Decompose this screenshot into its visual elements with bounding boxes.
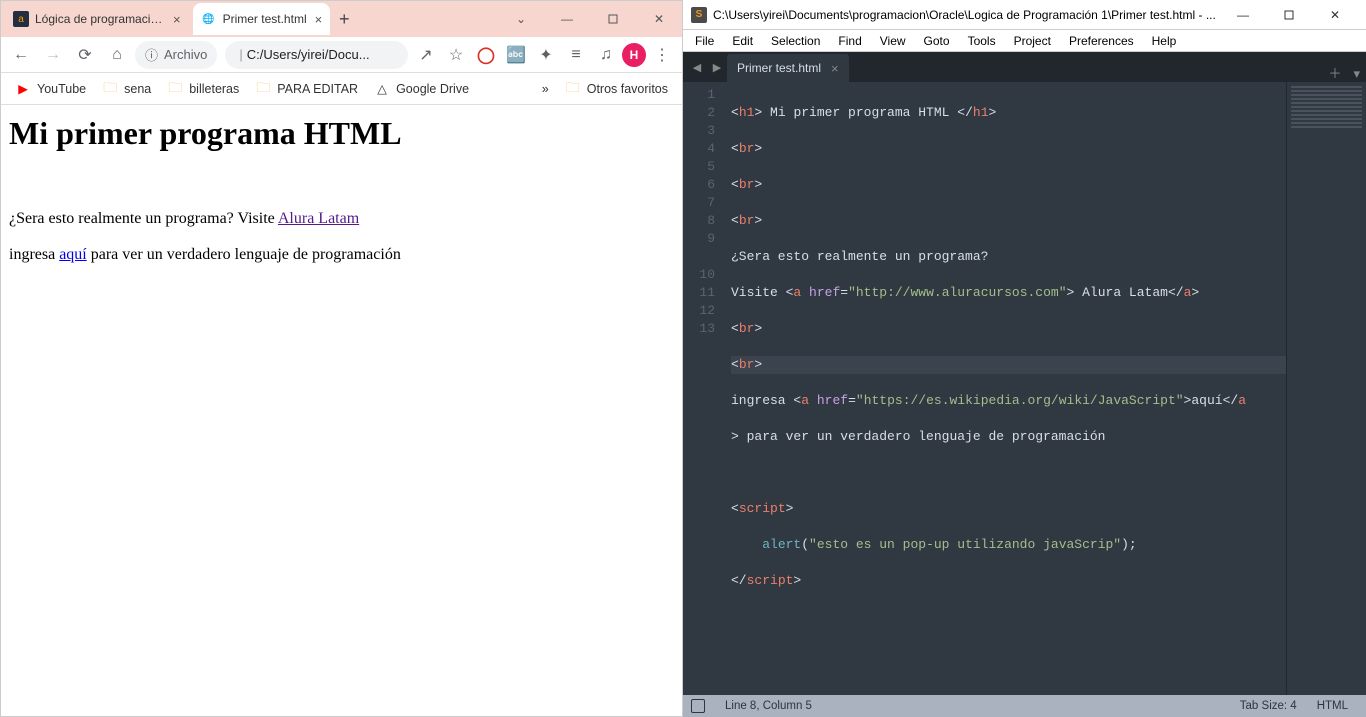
bookmark-google-drive[interactable]: △ Google Drive [368, 77, 475, 101]
url-text: C:/Users/yirei/Docu... [247, 47, 370, 62]
bookmark-label: Otros favoritos [587, 82, 668, 96]
line-gutter: 1 2 3 4 5 6 7 8 9 10 11 12 13 [683, 82, 723, 695]
bookmark-label: billeteras [189, 82, 239, 96]
extension-red-icon[interactable]: ◯ [472, 41, 500, 69]
menu-selection[interactable]: Selection [763, 32, 828, 50]
share-icon[interactable]: ↗ [412, 41, 440, 69]
folder-icon: 🗀 [167, 81, 183, 97]
sublime-titlebar: S C:\Users\yirei\Documents\programacion\… [683, 0, 1366, 30]
bookmark-youtube[interactable]: ▶ YouTube [9, 77, 92, 101]
reading-list-icon[interactable]: ≡ [562, 41, 590, 69]
tab-label: Lógica de programación p [35, 12, 165, 26]
info-icon: ⓘ [145, 45, 158, 64]
sublime-statusbar: Line 8, Column 5 Tab Size: 4 HTML [683, 695, 1366, 717]
page-heading: Mi primer programa HTML [9, 115, 674, 152]
home-button[interactable]: ⌂ [103, 41, 131, 69]
tab-close-icon[interactable]: × [173, 12, 181, 27]
close-button[interactable]: ✕ [1312, 0, 1358, 29]
reload-button[interactable]: ⟳ [71, 41, 99, 69]
folder-icon: 🗀 [102, 81, 118, 97]
url-separator: | [239, 47, 242, 62]
site-info-button[interactable]: ⓘ Archivo [135, 41, 217, 69]
tab-close-icon[interactable]: × [315, 12, 323, 27]
sublime-menubar: File Edit Selection Find View Goto Tools… [683, 30, 1366, 52]
chevron-down-icon[interactable]: ⌄ [498, 1, 544, 37]
bookmark-sena[interactable]: 🗀 sena [96, 77, 157, 101]
chrome-window: a Lógica de programación p × 🌐 Primer te… [0, 0, 683, 717]
status-syntax[interactable]: HTML [1307, 700, 1358, 712]
window-controls: — ✕ [544, 1, 682, 37]
minimap[interactable] [1286, 82, 1366, 695]
back-button[interactable]: ← [7, 41, 35, 69]
sublime-app-icon: S [691, 7, 707, 23]
close-button[interactable]: ✕ [636, 1, 682, 37]
drive-icon: △ [374, 81, 390, 97]
minimize-button[interactable]: — [1220, 0, 1266, 29]
address-bar[interactable]: | C:/Users/yirei/Docu... [225, 41, 408, 69]
code-area[interactable]: <h1> Mi primer programa HTML </h1> <br> … [723, 82, 1286, 695]
menu-project[interactable]: Project [1006, 32, 1059, 50]
minimize-button[interactable]: — [544, 1, 590, 37]
media-icon[interactable]: ♫ [592, 41, 620, 69]
profile-avatar[interactable]: H [622, 43, 646, 67]
window-controls: — ✕ [1220, 0, 1358, 29]
bookmark-label: PARA EDITAR [277, 82, 358, 96]
status-cursor[interactable]: Line 8, Column 5 [715, 700, 822, 712]
editor-tab-active[interactable]: Primer test.html × [727, 54, 849, 82]
sublime-window-title: C:\Users\yirei\Documents\programacion\Or… [713, 8, 1220, 22]
page-paragraph-2: ingresa aquí para ver un verdadero lengu… [9, 246, 674, 264]
menu-preferences[interactable]: Preferences [1061, 32, 1142, 50]
bookmarks-overflow[interactable]: » [536, 78, 555, 100]
tab-favicon: a [13, 11, 29, 27]
bookmark-star-icon[interactable]: ☆ [442, 41, 470, 69]
tab-dropdown-icon[interactable]: ▾ [1347, 66, 1366, 82]
browser-toolbar: ← → ⟳ ⌂ ⓘ Archivo | C:/Users/yirei/Docu.… [1, 37, 682, 73]
globe-icon: 🌐 [201, 11, 217, 27]
new-tab-plus-icon[interactable]: ＋ [1322, 63, 1347, 82]
sublime-window: S C:\Users\yirei\Documents\programacion\… [683, 0, 1366, 717]
sublime-tabstrip: ◀ ▶ Primer test.html × ＋ ▾ [683, 52, 1366, 82]
link-aqui[interactable]: aquí [59, 246, 87, 263]
menu-help[interactable]: Help [1144, 32, 1185, 50]
forward-button[interactable]: → [39, 41, 67, 69]
folder-icon: 🗀 [255, 81, 271, 97]
browser-tabstrip: a Lógica de programación p × 🌐 Primer te… [1, 1, 682, 37]
browser-tab-1[interactable]: 🌐 Primer test.html × [193, 3, 331, 35]
youtube-icon: ▶ [15, 81, 31, 97]
new-tab-button[interactable]: + [330, 5, 358, 33]
browser-tab-0[interactable]: a Lógica de programación p × [5, 3, 189, 35]
tab-close-icon[interactable]: × [831, 61, 839, 76]
editor-body: 1 2 3 4 5 6 7 8 9 10 11 12 13 <h1> Mi pr… [683, 82, 1366, 695]
page-paragraph-1: ¿Sera esto realmente un programa? Visite… [9, 210, 674, 228]
bookmark-label: YouTube [37, 82, 86, 96]
menu-file[interactable]: File [687, 32, 722, 50]
active-line: <br> [731, 356, 1286, 374]
editor-tab-label: Primer test.html [737, 61, 821, 75]
tab-history-forward-icon[interactable]: ▶ [707, 52, 727, 82]
kebab-menu-icon[interactable]: ⋮ [648, 41, 676, 69]
other-bookmarks[interactable]: 🗀 Otros favoritos [559, 77, 674, 101]
link-alura[interactable]: Alura Latam [278, 210, 359, 227]
status-tabsize[interactable]: Tab Size: 4 [1230, 700, 1307, 712]
url-scheme-label: Archivo [164, 47, 207, 62]
bookmark-para-editar[interactable]: 🗀 PARA EDITAR [249, 77, 364, 101]
tab-label: Primer test.html [223, 12, 307, 26]
menu-goto[interactable]: Goto [916, 32, 958, 50]
menu-edit[interactable]: Edit [724, 32, 761, 50]
maximize-button[interactable] [1266, 0, 1312, 29]
maximize-button[interactable] [590, 1, 636, 37]
bookmarks-bar: ▶YouTube 🗀sena 🗀billeteras 🗀PARA EDITAR … [1, 73, 682, 105]
extensions-puzzle-icon[interactable]: ✦ [532, 41, 560, 69]
status-panel-icon[interactable] [691, 699, 705, 713]
folder-icon: 🗀 [565, 81, 581, 97]
bookmark-label: sena [124, 82, 151, 96]
bookmark-billeteras[interactable]: 🗀 billeteras [161, 77, 245, 101]
translate-icon[interactable]: 🔤 [502, 41, 530, 69]
menu-view[interactable]: View [872, 32, 914, 50]
menu-find[interactable]: Find [830, 32, 869, 50]
tab-history-back-icon[interactable]: ◀ [687, 52, 707, 82]
bookmark-label: Google Drive [396, 82, 469, 96]
page-viewport: Mi primer programa HTML ¿Sera esto realm… [1, 105, 682, 716]
menu-tools[interactable]: Tools [960, 32, 1004, 50]
